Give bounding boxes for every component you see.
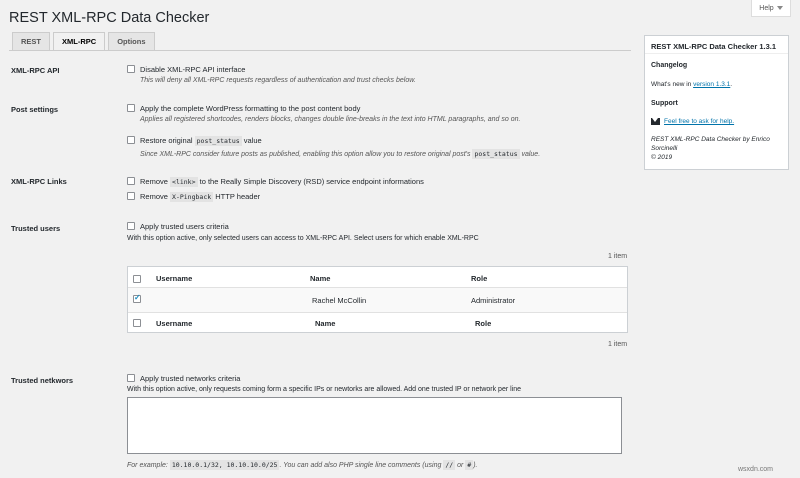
- support-text: Feel free to ask for help.: [664, 118, 734, 125]
- disable-xmlrpc-option: Disable XML-RPC API interface: [140, 65, 246, 74]
- trusted-networks-label: Trusted netkwors: [11, 376, 74, 385]
- users-table: Username Name Role Rachel McCollin Admin…: [127, 266, 628, 333]
- credit-line-3: © 2019: [651, 154, 673, 161]
- item-count-bottom: 1 item: [608, 341, 628, 348]
- remove-rsd-link-checkbox[interactable]: [127, 177, 135, 185]
- trusted-users-desc: With this option active, only selected u…: [127, 235, 479, 242]
- column-name[interactable]: Name: [310, 274, 330, 283]
- user-role: Administrator: [471, 296, 516, 305]
- remove-pingback-checkbox[interactable]: [127, 192, 135, 200]
- xmlrpc-api-label: XML-RPC API: [11, 66, 60, 75]
- version-link[interactable]: version 1.3.1: [693, 81, 730, 88]
- wp-formatting-option: Apply the complete WordPress formatting …: [140, 104, 361, 113]
- sidebar-divider: [645, 53, 788, 54]
- support-link[interactable]: Feel free to ask for help.: [664, 118, 734, 125]
- tab-options[interactable]: Options: [108, 32, 155, 51]
- column-username[interactable]: Username: [156, 274, 192, 283]
- column-role[interactable]: Role: [471, 274, 487, 283]
- column-name-footer[interactable]: Name: [315, 319, 335, 328]
- whats-new-text: What's new in version 1.3.1.: [651, 81, 733, 88]
- user-name: Rachel McCollin: [312, 296, 367, 305]
- remove-rsd-link-option: Remove <link> to the Really Simple Disco…: [140, 177, 424, 187]
- tabs-divider: [9, 50, 631, 51]
- disable-xmlrpc-checkbox[interactable]: [127, 65, 135, 73]
- wp-formatting-desc: Applies all registered shortcodes, rende…: [140, 116, 521, 123]
- changelog-heading: Changelog: [651, 62, 688, 69]
- tab-xml-rpc[interactable]: XML-RPC: [53, 32, 106, 51]
- table-row: Rachel McCollin Administrator: [128, 288, 627, 312]
- support-heading: Support: [651, 100, 678, 107]
- credit-line-2: Sorcinelli: [651, 145, 678, 152]
- trusted-networks-checkbox[interactable]: [127, 374, 135, 382]
- wp-formatting-checkbox[interactable]: [127, 104, 135, 112]
- trusted-networks-example: For example: 10.10.0.1/32, 10.10.10.0/25…: [127, 460, 478, 470]
- trusted-networks-textarea[interactable]: [127, 397, 622, 454]
- remove-pingback-option: Remove X-Pingback HTTP header: [140, 192, 261, 202]
- tab-rest[interactable]: REST: [12, 32, 51, 51]
- restore-status-desc: Since XML-RPC consider future posts as p…: [140, 149, 541, 159]
- column-username-footer[interactable]: Username: [156, 319, 192, 328]
- disable-xmlrpc-desc: This will deny all XML-RPC requests rega…: [140, 77, 416, 84]
- select-all-footer-checkbox[interactable]: [133, 319, 141, 327]
- credit-line-1: REST XML-RPC Data Checker by Enrico: [651, 136, 770, 143]
- trusted-users-label: Trusted users: [11, 224, 61, 233]
- help-label: Help: [759, 4, 774, 12]
- tab-bar: REST XML-RPC Options: [12, 32, 155, 51]
- sidebar-title: REST XML-RPC Data Checker 1.3.1: [651, 42, 777, 51]
- user-row-checkbox[interactable]: [133, 293, 141, 303]
- page-title: REST XML-RPC Data Checker: [9, 10, 210, 26]
- restore-status-option: Restore original post_status value: [140, 136, 262, 146]
- trusted-networks-desc: With this option active, only requests c…: [127, 386, 522, 393]
- chevron-down-icon: [776, 6, 783, 10]
- footer-divider: [128, 312, 627, 313]
- watermark: wsxdn.com: [738, 466, 774, 473]
- xmlrpc-links-label: XML-RPC Links: [11, 177, 67, 186]
- plugin-info-sidebar: REST XML-RPC Data Checker 1.3.1 Changelo…: [644, 35, 789, 170]
- post-settings-label: Post settings: [11, 105, 59, 114]
- select-all-checkbox[interactable]: [133, 275, 141, 283]
- trusted-networks-option: Apply trusted networks criteria: [140, 374, 241, 383]
- trusted-users-checkbox[interactable]: [127, 222, 135, 230]
- column-role-footer[interactable]: Role: [475, 319, 491, 328]
- restore-status-checkbox[interactable]: [127, 136, 135, 144]
- help-button[interactable]: Help: [751, 0, 791, 17]
- item-count-top: 1 item: [608, 253, 628, 260]
- mail-icon: [651, 118, 660, 125]
- trusted-users-option: Apply trusted users criteria: [140, 222, 229, 231]
